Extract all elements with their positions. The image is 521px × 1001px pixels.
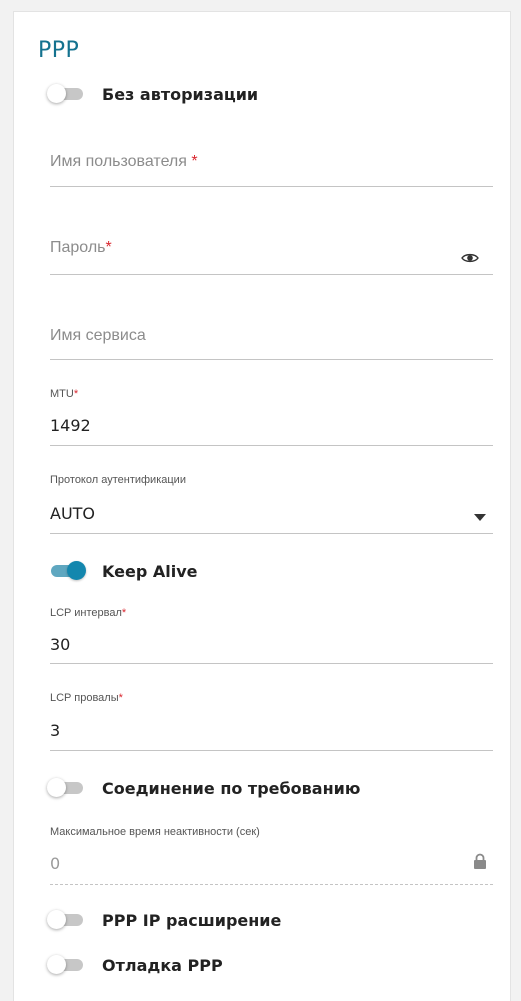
toggle-knob: [47, 778, 66, 797]
on-demand-row: Соединение по требованию: [47, 776, 361, 800]
section-title: PPP: [38, 38, 80, 63]
required-mark: *: [73, 388, 79, 400]
password-field[interactable]: Пароль*: [50, 224, 493, 275]
keep-alive-toggle[interactable]: [49, 560, 86, 582]
service-name-placeholder: Имя сервиса: [50, 327, 146, 344]
mtu-label-text: MTU: [50, 388, 74, 400]
username-placeholder: Имя пользователя *: [50, 153, 198, 171]
lcp-failures-label-text: LCP провалы: [50, 692, 119, 704]
ppp-debug-row: Отладка PPP: [47, 953, 223, 977]
toggle-knob: [47, 910, 66, 929]
on-demand-label: Соединение по требованию: [102, 778, 361, 798]
required-mark: *: [121, 607, 127, 619]
keep-alive-row: Keep Alive: [49, 559, 197, 583]
max-idle-field: Максимальное время неактивности (сек) 0: [50, 822, 493, 885]
lock-icon: [473, 853, 487, 874]
lcp-interval-value: 30: [50, 635, 71, 654]
lcp-interval-label-text: LCP интервал: [50, 607, 122, 619]
ppp-ip-ext-row: PPP IP расширение: [47, 908, 282, 932]
required-mark: *: [118, 692, 123, 704]
password-placeholder-text: Пароль: [50, 239, 106, 256]
ppp-ip-ext-toggle[interactable]: [47, 909, 85, 931]
lcp-interval-label: LCP интервал*: [50, 607, 126, 619]
lcp-failures-value: 3: [50, 721, 61, 740]
toggle-knob: [47, 84, 66, 103]
no-auth-label: Без авторизации: [102, 84, 259, 104]
required-mark: *: [105, 239, 112, 256]
username-field[interactable]: Имя пользователя *: [50, 138, 493, 187]
no-auth-row: Без авторизации: [47, 82, 259, 106]
keep-alive-label: Keep Alive: [102, 561, 198, 581]
max-idle-value: 0: [50, 854, 61, 873]
auth-protocol-value: AUTO: [50, 504, 96, 523]
required-mark: *: [191, 153, 198, 170]
ppp-ip-ext-label: PPP IP расширение: [102, 910, 282, 930]
no-auth-toggle[interactable]: [47, 83, 85, 105]
password-placeholder: Пароль*: [50, 239, 112, 257]
lcp-failures-field[interactable]: LCP провалы* 3: [50, 688, 493, 751]
max-idle-label: Максимальное время неактивности (сек): [50, 826, 260, 838]
lcp-interval-field[interactable]: LCP интервал* 30: [50, 603, 493, 664]
lcp-failures-label: LCP провалы*: [50, 692, 123, 704]
on-demand-toggle[interactable]: [47, 777, 85, 799]
toggle-knob: [47, 955, 66, 974]
auth-protocol-select[interactable]: Протокол аутентификации AUTO: [50, 470, 493, 534]
caret-down-icon[interactable]: [474, 506, 486, 525]
eye-icon[interactable]: [461, 249, 479, 268]
mtu-value: 1492: [50, 416, 91, 435]
username-placeholder-text: Имя пользователя: [50, 153, 187, 170]
service-name-field[interactable]: Имя сервиса: [50, 310, 493, 360]
ppp-debug-toggle[interactable]: [47, 954, 85, 976]
ppp-debug-label: Отладка PPP: [102, 955, 223, 975]
toggle-knob: [67, 561, 86, 580]
auth-protocol-label: Протокол аутентификации: [50, 474, 186, 486]
mtu-label: MTU*: [50, 388, 78, 400]
mtu-field[interactable]: MTU* 1492: [50, 384, 493, 446]
